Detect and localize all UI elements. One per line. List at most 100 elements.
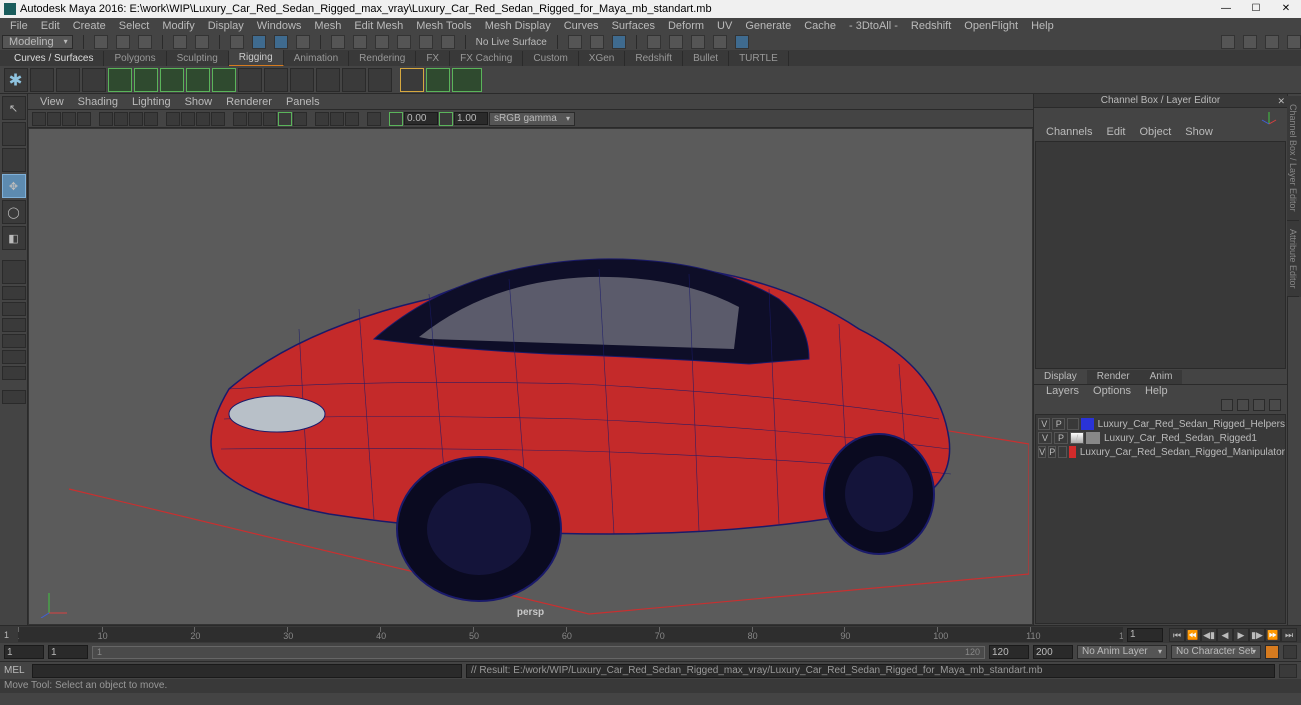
shelf-tab-custom[interactable]: Custom <box>523 51 578 66</box>
shelf-wrap-icon[interactable] <box>368 68 392 92</box>
select-component-icon[interactable] <box>274 35 288 49</box>
ipr-render-icon[interactable] <box>669 35 683 49</box>
layout3-icon[interactable] <box>2 318 26 332</box>
viewport[interactable]: persp <box>28 128 1033 625</box>
vp-tex-icon[interactable] <box>196 112 210 126</box>
vp-exposure-icon[interactable] <box>389 112 403 126</box>
shelf-tab-bullet[interactable]: Bullet <box>683 51 729 66</box>
shelf-paint-icon[interactable] <box>264 68 288 92</box>
vp-ao-icon[interactable] <box>263 112 277 126</box>
layer-color-swatch[interactable] <box>1081 418 1093 430</box>
vp-select-cam-icon[interactable] <box>32 112 46 126</box>
shelf-reset-icon[interactable] <box>30 68 54 92</box>
vp-gate-icon[interactable] <box>144 112 158 126</box>
mel-label[interactable]: MEL <box>4 665 28 676</box>
snap-curve-icon[interactable] <box>353 35 367 49</box>
step-back-key-icon[interactable]: ⏪ <box>1185 628 1201 642</box>
snap-view-icon[interactable] <box>441 35 455 49</box>
shelf-bind4-icon[interactable] <box>186 68 210 92</box>
shelf-mirror-icon[interactable] <box>426 68 450 92</box>
panel-layout1-icon[interactable] <box>1221 35 1235 49</box>
layer-tab-render[interactable]: Render <box>1087 370 1140 384</box>
layout2-icon[interactable] <box>2 302 26 316</box>
anim-prefs-icon[interactable] <box>1283 645 1297 659</box>
move-tool[interactable]: ✥ <box>2 174 26 198</box>
layout4-icon[interactable] <box>2 334 26 348</box>
shelf-cluster-icon[interactable] <box>290 68 314 92</box>
layout6-icon[interactable] <box>2 366 26 380</box>
new-scene-icon[interactable] <box>94 35 108 49</box>
panel-layout2-icon[interactable] <box>1243 35 1257 49</box>
outliner-icon[interactable] <box>2 390 26 404</box>
menu-windows[interactable]: Windows <box>251 19 308 33</box>
range-end-input[interactable] <box>989 645 1029 659</box>
anim-end-input[interactable] <box>1033 645 1073 659</box>
vp-image-plane-icon[interactable] <box>62 112 76 126</box>
vp-xrayjoint-icon[interactable] <box>345 112 359 126</box>
range-start-input[interactable] <box>48 645 88 659</box>
menu-mesh-tools[interactable]: Mesh Tools <box>410 19 477 33</box>
play-fwd-icon[interactable]: ▶ <box>1233 628 1249 642</box>
vp-shaded-icon[interactable] <box>181 112 195 126</box>
snap-live-icon[interactable] <box>419 35 433 49</box>
hypershade-icon[interactable] <box>713 35 727 49</box>
lay-menu-options[interactable]: Options <box>1087 385 1137 399</box>
minimize-button[interactable]: — <box>1211 0 1241 18</box>
menu-uv[interactable]: UV <box>711 19 738 33</box>
menu-cache[interactable]: Cache <box>798 19 842 33</box>
layer-hash-toggle[interactable] <box>1067 418 1079 430</box>
character-set-dropdown[interactable]: No Character Set <box>1171 645 1261 659</box>
vp-motion-icon[interactable] <box>278 112 292 126</box>
menu-create[interactable]: Create <box>67 19 112 33</box>
vp-bookmark-icon[interactable] <box>47 112 61 126</box>
play-back-icon[interactable]: ◀ <box>1217 628 1233 642</box>
layer-up-icon[interactable] <box>1221 399 1233 411</box>
time-track[interactable]: 1102030405060708090100110120 <box>18 627 1123 642</box>
side-tab-channelbox[interactable]: Channel Box / Layer Editor <box>1287 96 1299 221</box>
shelf-tab-polygons[interactable]: Polygons <box>104 51 166 66</box>
vp-light-icon[interactable] <box>233 112 247 126</box>
menu-edit-mesh[interactable]: Edit Mesh <box>348 19 409 33</box>
command-input[interactable] <box>32 664 462 678</box>
close-button[interactable]: ✕ <box>1271 0 1301 18</box>
layer-type-toggle[interactable]: P <box>1052 418 1064 430</box>
ch-menu-edit[interactable]: Edit <box>1100 126 1131 140</box>
shelf-bind5-icon[interactable] <box>212 68 236 92</box>
open-scene-icon[interactable] <box>116 35 130 49</box>
vp-aa-icon[interactable] <box>293 112 307 126</box>
layer-down-icon[interactable] <box>1237 399 1249 411</box>
vp-menu-panels[interactable]: Panels <box>280 96 326 108</box>
step-fwd-key-icon[interactable]: ⏩ <box>1265 628 1281 642</box>
snap-plane-icon[interactable] <box>397 35 411 49</box>
shelf-bind-icon[interactable] <box>108 68 132 92</box>
time-slider[interactable]: 1 1102030405060708090100110120 ⏮ ⏪ ◀▮ ◀ … <box>0 625 1301 643</box>
vp-shadow-icon[interactable] <box>248 112 262 126</box>
step-fwd-icon[interactable]: ▮▶ <box>1249 628 1265 642</box>
light-editor-icon[interactable] <box>735 35 749 49</box>
layer-vis-toggle[interactable]: V <box>1038 432 1052 444</box>
layer-new-selected-icon[interactable] <box>1269 399 1281 411</box>
layout5-icon[interactable] <box>2 350 26 364</box>
menu-curves[interactable]: Curves <box>558 19 605 33</box>
shelf-tab-redshift[interactable]: Redshift <box>625 51 683 66</box>
layer-type-toggle[interactable]: P <box>1054 432 1068 444</box>
gamma-mode-dropdown[interactable]: sRGB gamma <box>489 112 575 126</box>
shelf-tab-rendering[interactable]: Rendering <box>349 51 416 66</box>
vp-xray-icon[interactable] <box>330 112 344 126</box>
shelf-ik-icon[interactable] <box>82 68 106 92</box>
vp-menu-lighting[interactable]: Lighting <box>126 96 177 108</box>
shelf-bind3-icon[interactable] <box>160 68 184 92</box>
select-tool[interactable]: ↖ <box>2 96 26 120</box>
layer-color-swatch[interactable] <box>1069 446 1076 458</box>
select-object-icon[interactable] <box>252 35 266 49</box>
anim-layer-dropdown[interactable]: No Anim Layer <box>1077 645 1167 659</box>
ch-menu-show[interactable]: Show <box>1179 126 1219 140</box>
vp-deformer-icon[interactable] <box>367 112 381 126</box>
shelf-tab-turtle[interactable]: TURTLE <box>729 51 789 66</box>
shelf-joint-icon[interactable] <box>56 68 80 92</box>
menu-generate[interactable]: Generate <box>739 19 797 33</box>
range-handle[interactable]: 1120 <box>92 646 985 659</box>
menu-deform[interactable]: Deform <box>662 19 710 33</box>
menu-modify[interactable]: Modify <box>156 19 200 33</box>
menu-3dtoall[interactable]: - 3DtoAll - <box>843 19 904 33</box>
